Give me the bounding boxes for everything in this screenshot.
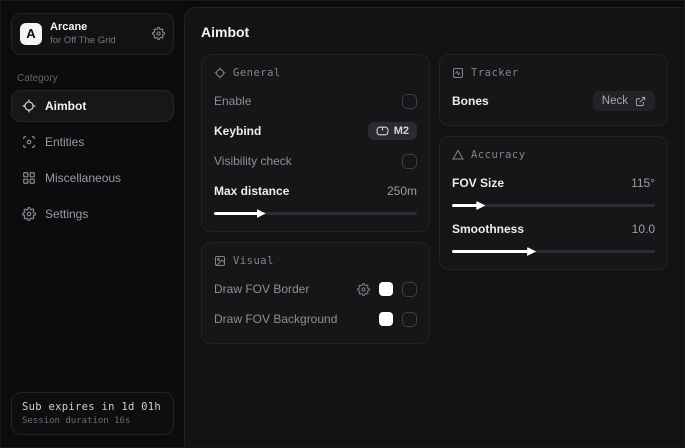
app-subtitle: for Off The Grid: [50, 35, 144, 47]
keybind-button[interactable]: M2: [368, 122, 417, 140]
sidebar-item-label: Miscellaneous: [45, 171, 121, 185]
sidebar: A Arcane for Off The Grid Category Aimbo…: [1, 1, 184, 447]
sidebar-nav: Aimbot Entities Miscellaneous Settings: [11, 90, 174, 230]
card-title: Visual: [233, 255, 274, 267]
expand-icon: [635, 96, 646, 107]
sidebar-item-miscellaneous[interactable]: Miscellaneous: [11, 162, 174, 194]
sidebar-item-label: Settings: [45, 207, 88, 221]
mouse-icon: [376, 126, 389, 136]
fov-size-value: 115°: [631, 176, 655, 190]
sidebar-item-label: Aimbot: [45, 99, 86, 113]
page-title: Aimbot: [201, 24, 668, 40]
gear-icon: [22, 207, 36, 221]
sidebar-item-settings[interactable]: Settings: [11, 198, 174, 230]
app-window: A Arcane for Off The Grid Category Aimbo…: [0, 0, 685, 448]
app-logo: A: [20, 23, 42, 45]
card-title: Tracker: [471, 67, 519, 79]
enable-label: Enable: [214, 94, 251, 108]
draw-fov-background-label: Draw FOV Background: [214, 312, 337, 326]
draw-fov-border-label: Draw FOV Border: [214, 282, 309, 296]
activity-icon: [452, 67, 464, 79]
bones-label: Bones: [452, 94, 489, 108]
grid-icon: [22, 171, 36, 185]
image-icon: [214, 255, 226, 267]
fov-background-color-swatch[interactable]: [379, 312, 393, 326]
smoothness-slider[interactable]: [452, 250, 655, 253]
visibility-check-checkbox[interactable]: [402, 154, 417, 169]
slider-thumb[interactable]: [527, 247, 536, 256]
sidebar-item-aimbot[interactable]: Aimbot: [11, 90, 174, 122]
bones-value: Neck: [602, 95, 628, 107]
brand-settings-gear-icon[interactable]: [152, 27, 165, 40]
accuracy-card: Accuracy FOV Size 115° Smoothness 10.0: [439, 136, 668, 270]
brand-text: Arcane for Off The Grid: [50, 21, 144, 47]
session-duration-text: Session duration 16s: [22, 416, 163, 426]
subscription-card: Sub expires in 1d 01h Session duration 1…: [11, 392, 174, 435]
general-card: General Enable Keybind M2: [201, 54, 430, 232]
app-name: Arcane: [50, 21, 144, 35]
sidebar-item-entities[interactable]: Entities: [11, 126, 174, 158]
keybind-label: Keybind: [214, 124, 261, 138]
slider-thumb[interactable]: [257, 209, 266, 218]
enable-checkbox[interactable]: [402, 94, 417, 109]
scan-icon: [22, 135, 36, 149]
keybind-value: M2: [394, 125, 409, 137]
card-title: General: [233, 67, 281, 79]
slider-thumb[interactable]: [476, 201, 485, 210]
bones-select[interactable]: Neck: [593, 91, 655, 111]
card-title: Accuracy: [471, 149, 526, 161]
fov-border-color-swatch[interactable]: [379, 282, 393, 296]
main-panel: Aimbot General Enable Ke: [184, 7, 684, 447]
fov-background-checkbox[interactable]: [402, 312, 417, 327]
max-distance-slider[interactable]: [214, 212, 417, 215]
max-distance-value: 250m: [387, 184, 417, 198]
visibility-check-label: Visibility check: [214, 154, 292, 168]
smoothness-value: 10.0: [632, 222, 655, 236]
crosshair-icon: [214, 67, 226, 79]
triangle-icon: [452, 149, 464, 161]
fov-size-label: FOV Size: [452, 176, 504, 190]
max-distance-label: Max distance: [214, 184, 289, 198]
category-label: Category: [17, 73, 168, 84]
smoothness-label: Smoothness: [452, 222, 524, 236]
sidebar-item-label: Entities: [45, 135, 84, 149]
fov-border-checkbox[interactable]: [402, 282, 417, 297]
crosshair-icon: [22, 99, 36, 113]
visual-card: Visual Draw FOV Border Draw: [201, 242, 430, 344]
fov-border-settings-gear-icon[interactable]: [357, 283, 370, 296]
fov-size-slider[interactable]: [452, 204, 655, 207]
sub-expires-text: Sub expires in 1d 01h: [22, 401, 163, 413]
tracker-card: Tracker Bones Neck: [439, 54, 668, 126]
brand-card: A Arcane for Off The Grid: [11, 13, 174, 55]
